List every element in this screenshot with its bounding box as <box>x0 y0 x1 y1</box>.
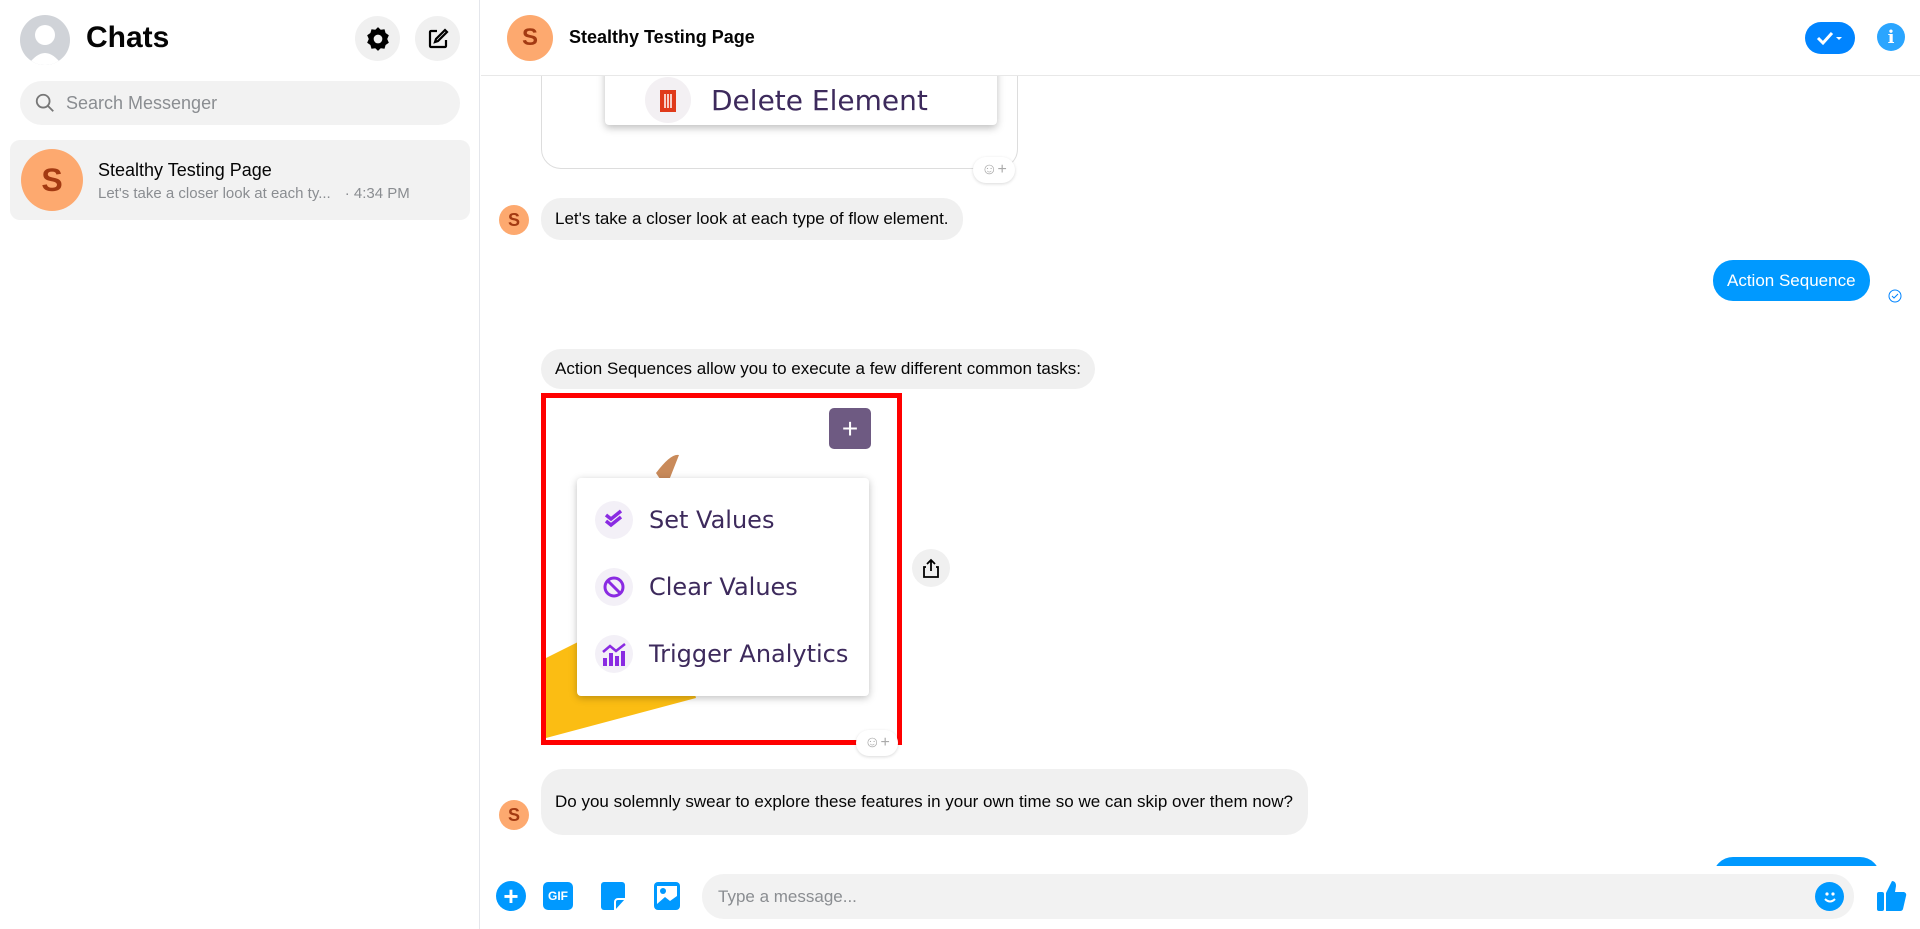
chat-avatar: S <box>21 149 83 211</box>
compose-icon <box>428 27 449 48</box>
more-actions-button[interactable]: + <box>496 881 526 911</box>
like-button[interactable] <box>1876 878 1908 912</box>
delivered-check-icon <box>1888 289 1902 303</box>
received-message: Let's take a closer look at each type of… <box>541 198 963 240</box>
photo-button[interactable] <box>653 881 681 911</box>
image-attachment[interactable]: Delete Element <box>541 76 1018 169</box>
received-message: Action Sequences allow you to execute a … <box>541 349 1096 389</box>
received-message: Do you solemnly swear to explore these f… <box>541 769 1308 835</box>
emoji-button[interactable] <box>1815 882 1844 911</box>
chat-name: Stealthy Testing Page <box>98 160 272 180</box>
status-dropdown-button[interactable] <box>1805 22 1855 54</box>
message-placeholder: Type a message... <box>718 886 857 906</box>
gif-button[interactable]: GIF <box>543 882 573 910</box>
settings-button[interactable] <box>355 16 400 61</box>
double-check-icon <box>604 509 623 528</box>
share-icon <box>923 558 939 578</box>
ban-icon <box>603 576 625 598</box>
action-menu: Set Values Clear Values Trigger Analytic… <box>577 478 869 696</box>
gear-icon <box>366 26 389 51</box>
search-icon <box>35 93 54 112</box>
add-reaction-button[interactable]: ☺+ <box>856 730 898 756</box>
new-message-button[interactable] <box>415 16 460 61</box>
sender-avatar: S <box>499 800 529 830</box>
smiley-icon <box>1823 891 1836 902</box>
user-avatar[interactable] <box>20 15 70 65</box>
check-icon <box>1816 31 1842 46</box>
sent-message: Action Sequence <box>1713 260 1870 301</box>
image-attachment-highlighted[interactable]: + Set Values Clear Values Trigger Analyt… <box>541 393 902 745</box>
add-element-button: + <box>829 408 871 449</box>
share-button[interactable] <box>912 549 950 587</box>
search-input[interactable]: Search Messenger <box>20 81 460 125</box>
message-list: Delete Element ☺+ S Let's take a closer … <box>481 76 1920 866</box>
analytics-icon <box>602 643 626 666</box>
search-placeholder: Search Messenger <box>66 92 218 113</box>
chat-time: · 4:34 PM <box>344 185 410 202</box>
chat-preview: Let's take a closer look at each ty... · … <box>98 185 410 202</box>
menu-item-clear-values: Clear Values <box>595 568 798 606</box>
chat-list-item[interactable]: S Stealthy Testing Page Let's take a clo… <box>10 140 470 220</box>
info-icon[interactable]: i <box>1877 23 1905 51</box>
sticker-button[interactable] <box>599 881 627 911</box>
header-avatar[interactable]: S <box>507 15 553 61</box>
add-reaction-button[interactable]: ☺+ <box>973 157 1015 183</box>
composer: + GIF Type a message... <box>481 866 1920 929</box>
conversation-title: Stealthy Testing Page <box>569 27 755 47</box>
menu-item-set-values: Set Values <box>595 501 774 539</box>
sidebar: Chats Search Messenger S Stealthy Testin… <box>0 0 480 929</box>
trash-icon <box>660 90 676 112</box>
delete-element-label: Delete Element <box>711 83 928 117</box>
message-input[interactable]: Type a message... <box>702 874 1854 919</box>
chat-header: S Stealthy Testing Page i <box>481 0 1920 76</box>
sent-message-partial <box>1713 857 1880 866</box>
menu-item-trigger-analytics: Trigger Analytics <box>595 635 848 673</box>
sender-avatar: S <box>499 205 529 235</box>
sidebar-title: Chats <box>86 21 170 54</box>
plus-icon: + <box>503 880 519 911</box>
